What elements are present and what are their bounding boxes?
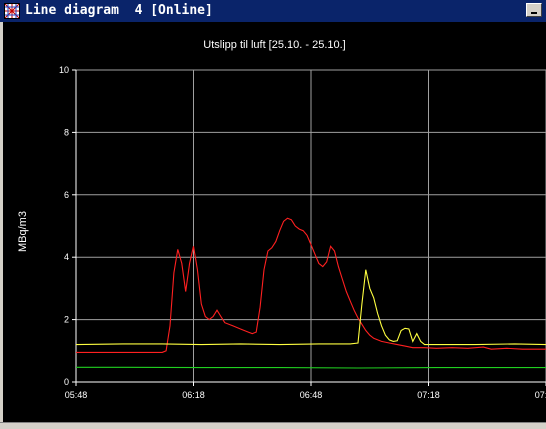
window-title: Line diagram 4 [Online]: [25, 3, 213, 18]
x-tick-label: 06:48: [300, 390, 323, 400]
y-tick-label: 4: [64, 252, 69, 262]
window-bottom-border: [0, 422, 546, 429]
y-tick-label: 0: [64, 377, 69, 387]
x-tick-label: 07:18: [417, 390, 440, 400]
line-diagram-icon[interactable]: [4, 3, 20, 19]
plot-panel: Utslipp til luft [25.10. - 25.10.] MBq/m…: [3, 22, 546, 422]
line-chart: 05:48 06:18 06:48 07:18 07:48 0 2 4 6 8 10: [59, 65, 546, 400]
y-tick-label: 8: [64, 127, 69, 137]
y-tick-label: 6: [64, 190, 69, 200]
series-line-3: [76, 366, 546, 369]
x-tick-label: 05:48: [65, 390, 88, 400]
minimize-icon[interactable]: [526, 3, 542, 17]
y-tick-label: 2: [64, 315, 69, 325]
title-bar[interactable]: Line diagram 4 [Online]: [0, 0, 546, 22]
x-tick-label: 07:48: [535, 390, 546, 400]
y-tick-label: 10: [59, 65, 69, 75]
x-tick-label: 06:18: [182, 390, 205, 400]
line-diagram-window: Line diagram 4 [Online] Utslipp til luft…: [0, 0, 546, 429]
